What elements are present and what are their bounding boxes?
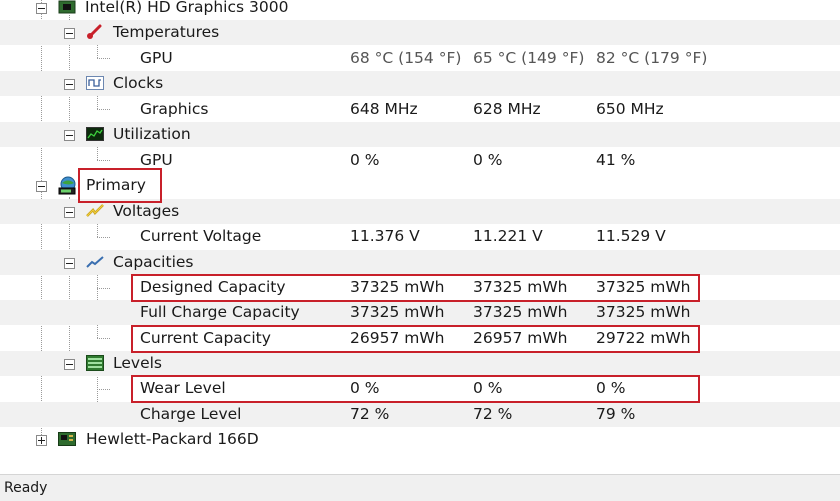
value-max: 37325 mWh bbox=[596, 303, 691, 321]
sensor-row-gpu-utilization[interactable]: GPU 0 % 0 % 41 % bbox=[0, 148, 840, 173]
value-min: 0 % bbox=[473, 151, 503, 169]
collapse-toggle[interactable] bbox=[64, 130, 75, 141]
sensor-row-charge-level[interactable]: Charge Level 72 % 72 % 79 % bbox=[0, 402, 840, 427]
sensor-label: Current Capacity bbox=[140, 329, 271, 347]
value-max: 0 % bbox=[596, 379, 626, 397]
sensor-label: Designed Capacity bbox=[140, 278, 286, 296]
sensor-label: Graphics bbox=[140, 100, 209, 118]
value-current: 37325 mWh bbox=[350, 303, 445, 321]
value-min: 628 MHz bbox=[473, 100, 541, 118]
gpu-chip-icon bbox=[58, 0, 76, 14]
tree-node-label: Temperatures bbox=[113, 23, 220, 41]
tree-node-label: Clocks bbox=[113, 74, 164, 92]
value-min: 26957 mWh bbox=[473, 329, 568, 347]
tree-node-label: Hewlett-Packard 166D bbox=[86, 430, 259, 448]
tree-node-label: Voltages bbox=[113, 202, 180, 220]
value-max: 41 % bbox=[596, 151, 636, 169]
utilization-graph-icon bbox=[86, 127, 104, 141]
expand-toggle[interactable] bbox=[36, 435, 47, 446]
tree-node-levels[interactable]: Levels bbox=[0, 351, 840, 376]
value-current: 68 °C (154 °F) bbox=[350, 49, 462, 67]
tree-node-label: Utilization bbox=[113, 125, 191, 143]
sensor-row-full-charge-capacity[interactable]: Full Charge Capacity 37325 mWh 37325 mWh… bbox=[0, 300, 840, 325]
collapse-toggle[interactable] bbox=[36, 3, 47, 14]
value-max: 37325 mWh bbox=[596, 278, 691, 296]
value-current: 648 MHz bbox=[350, 100, 418, 118]
value-max: 11.529 V bbox=[596, 227, 666, 245]
tree-node-gpu[interactable]: Intel(R) HD Graphics 3000 bbox=[0, 0, 840, 20]
status-text: Ready bbox=[4, 480, 48, 496]
sensor-label: GPU bbox=[140, 151, 173, 169]
sensor-tree[interactable]: Intel(R) HD Graphics 3000 Temperatures G… bbox=[0, 0, 840, 470]
tree-node-primary-battery[interactable]: Primary bbox=[0, 173, 840, 198]
tree-node-capacities[interactable]: Capacities bbox=[0, 250, 840, 275]
collapse-toggle[interactable] bbox=[64, 258, 75, 269]
sensor-label: Full Charge Capacity bbox=[140, 303, 300, 321]
value-current: 0 % bbox=[350, 151, 380, 169]
value-current: 72 % bbox=[350, 405, 390, 423]
capacity-line-icon bbox=[86, 256, 104, 268]
value-min: 11.221 V bbox=[473, 227, 543, 245]
sensor-row-wear-level[interactable]: Wear Level 0 % 0 % 0 % bbox=[0, 376, 840, 401]
value-max: 29722 mWh bbox=[596, 329, 691, 347]
collapse-toggle[interactable] bbox=[64, 207, 75, 218]
tree-node-motherboard[interactable]: Hewlett-Packard 166D bbox=[0, 427, 840, 452]
voltage-bolt-icon bbox=[86, 204, 104, 217]
clock-wave-icon bbox=[86, 76, 104, 90]
value-max: 650 MHz bbox=[596, 100, 664, 118]
value-current: 26957 mWh bbox=[350, 329, 445, 347]
value-current: 37325 mWh bbox=[350, 278, 445, 296]
thermometer-icon bbox=[87, 24, 102, 39]
tree-node-utilization[interactable]: Utilization bbox=[0, 122, 840, 147]
value-current: 0 % bbox=[350, 379, 380, 397]
tree-node-label: Capacities bbox=[113, 253, 194, 271]
tree-node-label: Primary bbox=[86, 176, 146, 194]
value-current: 11.376 V bbox=[350, 227, 420, 245]
sensor-label: Current Voltage bbox=[140, 227, 262, 245]
value-max: 82 °C (179 °F) bbox=[596, 49, 708, 67]
sensor-row-current-voltage[interactable]: Current Voltage 11.376 V 11.221 V 11.529… bbox=[0, 224, 840, 249]
tree-node-temperatures[interactable]: Temperatures bbox=[0, 20, 840, 45]
collapse-toggle[interactable] bbox=[64, 79, 75, 90]
sensor-label: Charge Level bbox=[140, 405, 242, 423]
sensor-row-graphics-clock[interactable]: Graphics 648 MHz 628 MHz 650 MHz bbox=[0, 97, 840, 122]
collapse-toggle[interactable] bbox=[64, 359, 75, 370]
sensor-label: GPU bbox=[140, 49, 173, 67]
tree-node-clocks[interactable]: Clocks bbox=[0, 71, 840, 96]
collapse-toggle[interactable] bbox=[64, 28, 75, 39]
tree-node-label: Levels bbox=[113, 354, 162, 372]
sensor-row-designed-capacity[interactable]: Designed Capacity 37325 mWh 37325 mWh 37… bbox=[0, 275, 840, 300]
value-min: 0 % bbox=[473, 379, 503, 397]
value-min: 72 % bbox=[473, 405, 513, 423]
status-bar: Ready bbox=[0, 474, 840, 501]
sensor-row-gpu-temperature[interactable]: GPU 68 °C (154 °F) 65 °C (149 °F) 82 °C … bbox=[0, 46, 840, 71]
value-max: 79 % bbox=[596, 405, 636, 423]
tree-node-label: Intel(R) HD Graphics 3000 bbox=[85, 0, 289, 16]
value-min: 37325 mWh bbox=[473, 278, 568, 296]
motherboard-icon bbox=[58, 432, 76, 446]
levels-bars-icon bbox=[86, 355, 104, 371]
sensor-row-current-capacity[interactable]: Current Capacity 26957 mWh 26957 mWh 297… bbox=[0, 326, 840, 351]
value-min: 37325 mWh bbox=[473, 303, 568, 321]
value-min: 65 °C (149 °F) bbox=[473, 49, 585, 67]
battery-globe-icon bbox=[58, 176, 76, 195]
sensor-label: Wear Level bbox=[140, 379, 226, 397]
tree-node-voltages[interactable]: Voltages bbox=[0, 199, 840, 224]
collapse-toggle[interactable] bbox=[36, 181, 47, 192]
